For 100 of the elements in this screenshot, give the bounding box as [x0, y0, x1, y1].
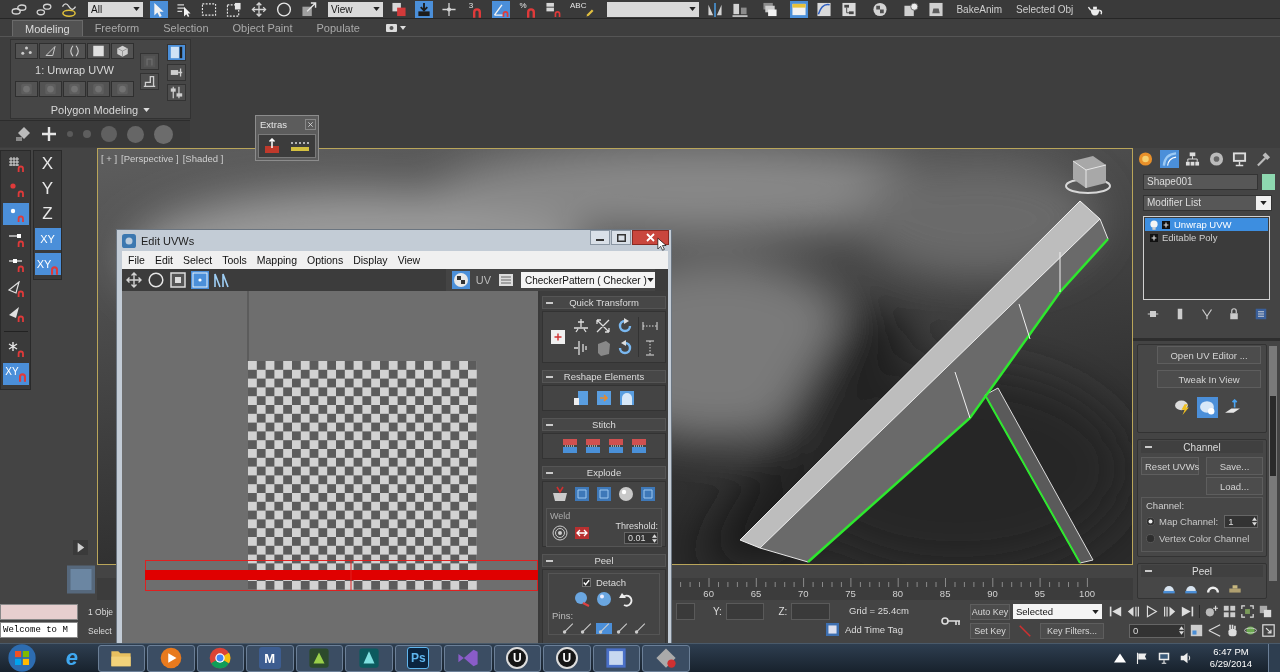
load-button[interactable]: Load... — [1206, 477, 1263, 495]
extrude-arrow-icon[interactable] — [264, 138, 280, 154]
frame-spinner[interactable]: 0 — [1129, 623, 1185, 638]
ribbon-tab[interactable]: Object Paint — [220, 20, 305, 36]
threshold-spinner[interactable]: 0.01 — [624, 532, 658, 544]
basket-icon[interactable] — [550, 485, 570, 503]
menu-item[interactable]: Tools — [217, 254, 252, 266]
cube-icon[interactable] — [111, 43, 134, 59]
maximize-button[interactable] — [611, 230, 631, 245]
dot-icon[interactable] — [83, 130, 91, 138]
plus-square-icon[interactable] — [550, 330, 565, 344]
zoom-extents-icon[interactable] — [1241, 605, 1254, 618]
rollout-header[interactable]: Explode — [542, 466, 666, 479]
menu-item[interactable]: File — [123, 254, 150, 266]
faded-tool-icon[interactable] — [111, 81, 134, 97]
sliders-icon[interactable] — [167, 84, 186, 101]
four-squares-icon[interactable] — [1223, 605, 1236, 618]
clock-time[interactable]: 6:47 PM — [1213, 646, 1249, 658]
flag-icon[interactable] — [1136, 652, 1148, 664]
stand-icon[interactable] — [140, 73, 159, 90]
taskbar-button[interactable] — [642, 644, 690, 672]
menu-item[interactable]: View — [392, 254, 426, 266]
toolbar-text-button[interactable]: BakeAnim — [953, 3, 1006, 15]
radio-button[interactable] — [1146, 516, 1155, 526]
camera-menu-icon[interactable] — [385, 23, 406, 33]
faded-tool-icon[interactable] — [15, 81, 38, 97]
triangle-edge-icon[interactable] — [39, 43, 62, 59]
axis-button[interactable]: X — [34, 153, 61, 175]
dotted-bar-icon[interactable] — [290, 140, 310, 152]
viewport-menu-label[interactable]: [Perspective ] — [121, 153, 179, 164]
map-channel-spinner[interactable]: 1 — [1224, 514, 1258, 528]
vertex-dots-icon[interactable] — [15, 43, 38, 59]
render-setup-icon[interactable] — [902, 0, 921, 18]
show-desktop-button[interactable] — [1268, 643, 1280, 672]
triangle-right-icon[interactable] — [73, 540, 88, 555]
dome-tile-icon[interactable] — [617, 389, 637, 407]
lock-icon[interactable] — [1228, 308, 1240, 320]
clock-date[interactable]: 6/29/2014 — [1209, 658, 1253, 670]
faded-tool-icon[interactable] — [63, 81, 86, 97]
configure-icon[interactable] — [1255, 308, 1267, 320]
checkbox[interactable] — [581, 578, 591, 587]
taskbar-button[interactable] — [97, 644, 145, 672]
named-selection-button[interactable]: ABC — [569, 0, 596, 18]
hierarchy-icon[interactable] — [1183, 150, 1202, 168]
arrow-tile-icon[interactable] — [594, 389, 614, 407]
grid-tile-icon[interactable] — [594, 485, 614, 503]
grid-tile-icon[interactable] — [572, 485, 592, 503]
previous-frame-icon[interactable] — [1127, 605, 1140, 618]
beam-model[interactable] — [739, 200, 1109, 564]
scrollbar[interactable] — [1269, 346, 1277, 581]
crosshair-icon[interactable] — [440, 0, 458, 18]
render-frame-icon[interactable] — [927, 0, 946, 18]
save-button[interactable]: Save... — [1206, 457, 1263, 475]
scale-box-icon[interactable] — [300, 0, 318, 18]
zoom-icon[interactable] — [1205, 605, 1218, 618]
viewport-menu-label[interactable]: [Shaded ] — [182, 153, 224, 164]
border-loop-icon[interactable] — [63, 43, 86, 59]
dot-icon[interactable] — [154, 124, 173, 144]
skip-end-icon[interactable] — [1181, 605, 1194, 618]
sphere-arrow-icon[interactable] — [572, 590, 592, 608]
dashed-rectangle-icon[interactable] — [200, 0, 218, 18]
auto-key-button[interactable]: Auto Key — [970, 603, 1010, 620]
move-arrows-icon[interactable] — [125, 271, 143, 289]
field-of-view-icon[interactable] — [1208, 624, 1221, 637]
skip-start-icon[interactable] — [1109, 605, 1122, 618]
rollout-header[interactable]: Stitch — [542, 418, 666, 431]
vertex-magnet-icon[interactable] — [2, 203, 29, 225]
axis-button[interactable]: Z — [34, 203, 61, 225]
monitor-icon[interactable] — [1158, 652, 1170, 664]
toolbar-text-button[interactable]: Selected Obj — [1013, 3, 1077, 15]
sun-icon[interactable] — [1136, 150, 1155, 168]
taskbar-button[interactable] — [345, 644, 393, 672]
taskbar-button[interactable]: M — [246, 644, 294, 672]
arrow-box-icon[interactable] — [415, 0, 433, 18]
editor-button[interactable]: Open UV Editor ... — [1157, 346, 1261, 364]
box-frame-icon[interactable] — [169, 271, 187, 289]
curve-graph-icon[interactable] — [815, 0, 834, 18]
taskbar-button[interactable]: U — [543, 644, 591, 672]
up-triangle-icon[interactable] — [1114, 652, 1126, 664]
taskbar-button[interactable]: e — [48, 644, 96, 672]
pin-tool-icon[interactable] — [560, 623, 576, 634]
close-icon[interactable] — [305, 119, 316, 130]
orbit-icon[interactable] — [1244, 624, 1257, 637]
minimize-button[interactable] — [590, 230, 610, 245]
menu-item[interactable]: Mapping — [251, 254, 302, 266]
node-graph-icon[interactable] — [840, 0, 859, 18]
polygon-square-icon[interactable] — [87, 43, 110, 59]
radio-button[interactable] — [1146, 533, 1155, 543]
key-icon[interactable] — [941, 616, 961, 626]
listener-input[interactable] — [0, 604, 78, 620]
pin-icon[interactable] — [167, 64, 186, 81]
angle-magnet-icon[interactable] — [492, 0, 510, 18]
mirror-icon[interactable] — [706, 0, 725, 18]
plus-icon[interactable] — [41, 126, 57, 142]
dot-icon[interactable] — [67, 131, 73, 137]
texture-dropdown[interactable]: CheckerPattern ( Checker ) — [521, 272, 655, 288]
snap-toggle-button[interactable]: % — [517, 0, 537, 18]
wave-ring-icon[interactable] — [60, 0, 78, 18]
snap-toggle-button[interactable]: 3 — [465, 0, 485, 18]
modifier-list-dropdown[interactable]: Modifier List — [1143, 195, 1272, 211]
